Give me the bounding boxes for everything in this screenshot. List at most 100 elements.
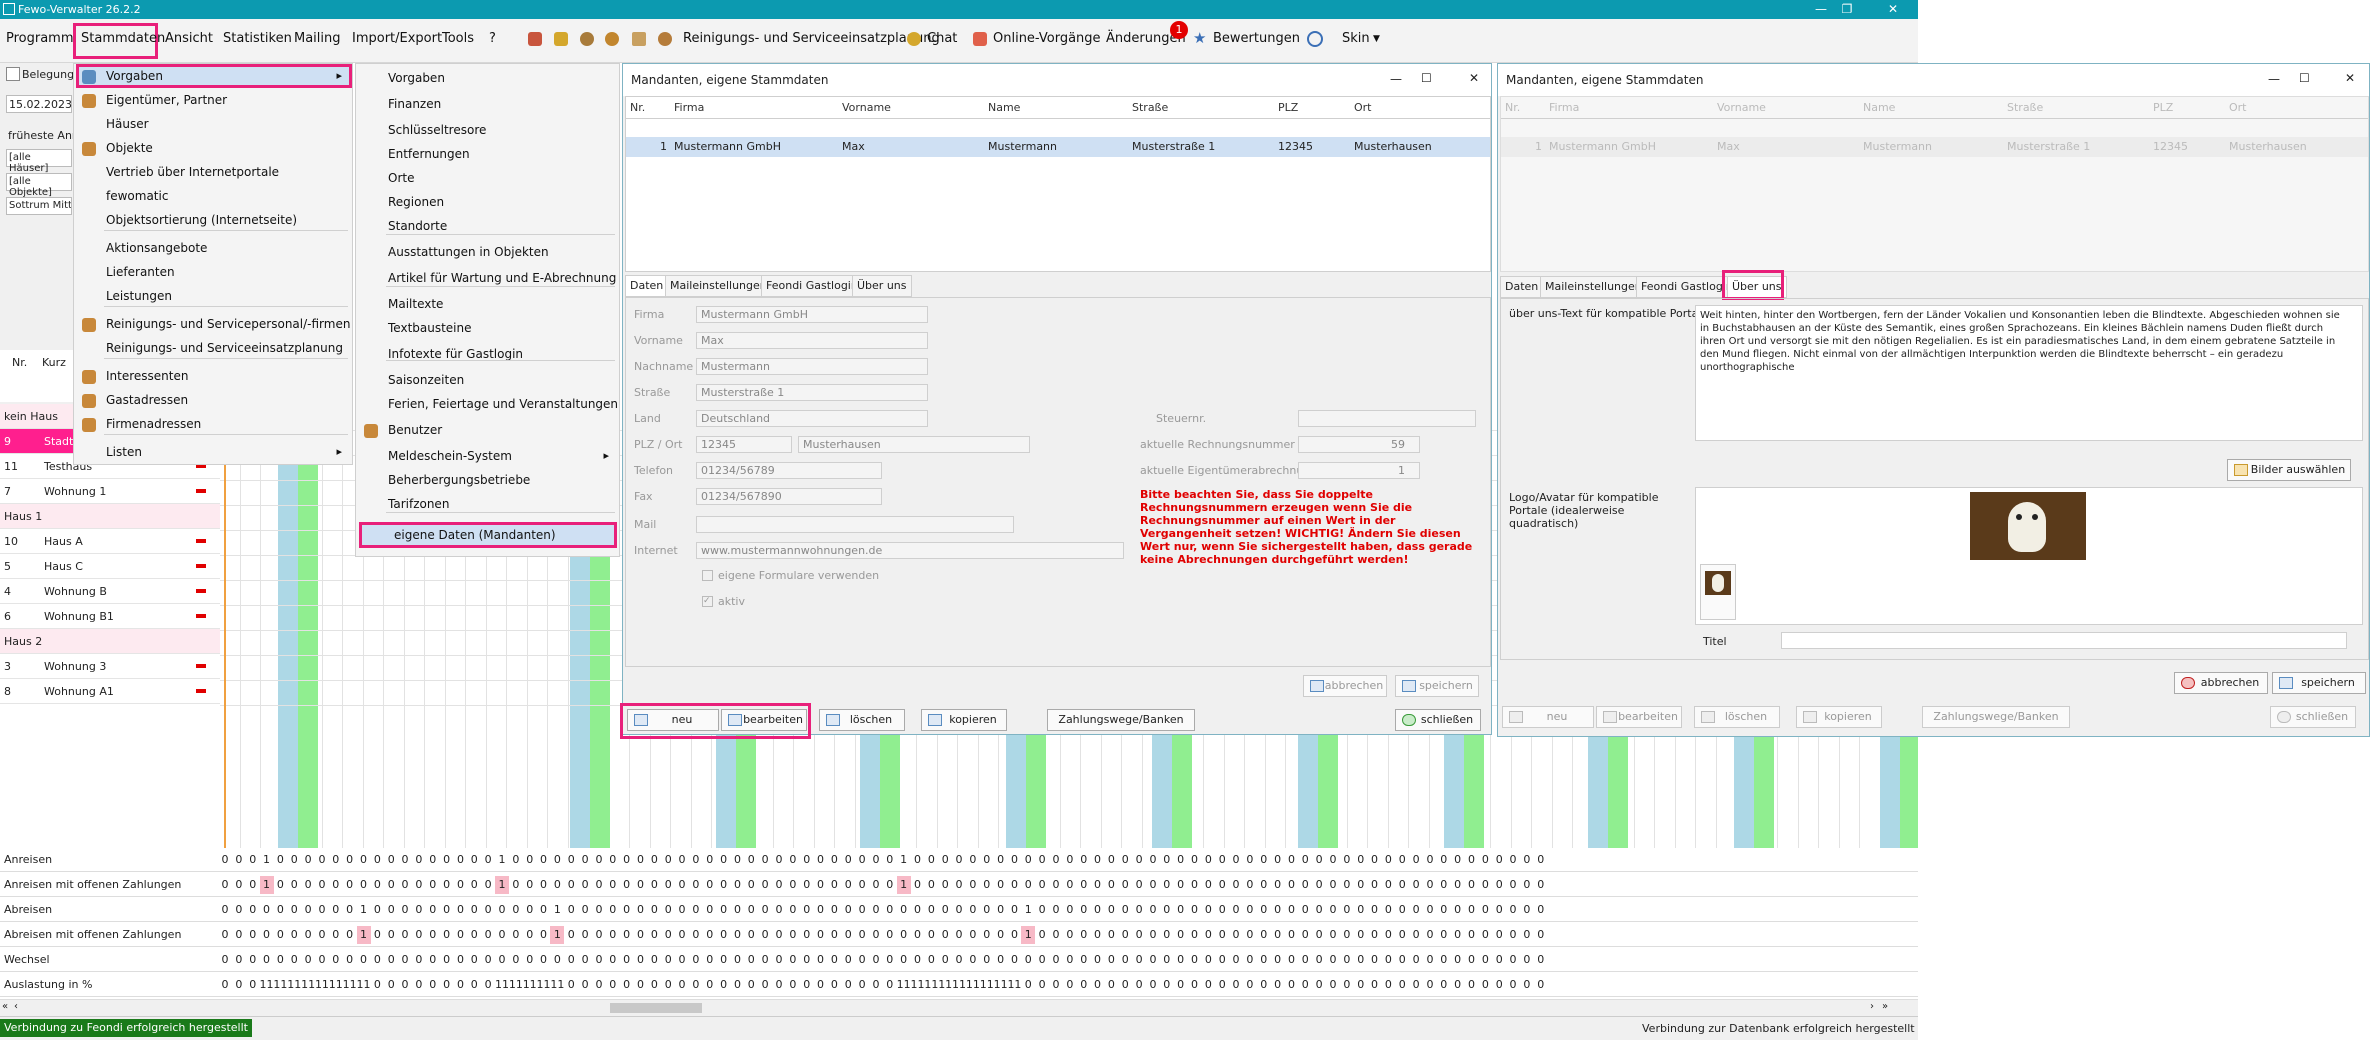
dialog2-minimize[interactable]: — xyxy=(2268,72,2280,86)
menu-reinigung-planung[interactable]: Reinigungs- und Serviceeinsatzplanung xyxy=(683,31,940,46)
vorgaben-item-orte[interactable]: Orte xyxy=(356,168,619,190)
vorgaben-item-vorgaben[interactable]: Vorgaben xyxy=(356,68,619,90)
cleaning-icon[interactable] xyxy=(658,32,672,46)
dialog1-minimize[interactable]: — xyxy=(1390,72,1402,86)
menu-tools[interactable]: Tools xyxy=(442,31,474,46)
stammdaten-item-eigentümer-partner[interactable]: Eigentümer, Partner xyxy=(74,90,352,112)
objects-select[interactable]: [alle Objekte] xyxy=(6,173,72,198)
menu-import-export[interactable]: Import/Export xyxy=(352,31,442,46)
vorgaben-item-regionen[interactable]: Regionen xyxy=(356,192,619,214)
vorgaben-item-beherbergungsbetriebe[interactable]: Beherbergungsbetriebe xyxy=(356,470,619,492)
dialog2-bearbeiten-button[interactable]: bearbeiten xyxy=(1596,706,1682,728)
bilder-auswaehlen-button[interactable]: Bilder auswählen xyxy=(2227,459,2351,481)
tab2-daten[interactable]: Daten xyxy=(1500,276,1544,298)
list-item[interactable]: 4 Wohnung B xyxy=(0,579,220,604)
stammdaten-item-objektsortierung-internetseite-[interactable]: Objektsortierung (Internetseite) xyxy=(74,210,352,232)
list-item[interactable]: 8 Wohnung A1 xyxy=(0,679,220,704)
input-telefon[interactable]: 01234/56789 xyxy=(696,462,882,479)
vorgaben-item-saisonzeiten[interactable]: Saisonzeiten xyxy=(356,370,619,392)
dialog1-bearbeiten-button[interactable]: bearbeiten xyxy=(721,709,807,731)
dialog2-kopieren-button[interactable]: kopieren xyxy=(1796,706,1882,728)
input-steuernr[interactable] xyxy=(1298,410,1476,427)
stammdaten-item-listen[interactable]: Listen ▸ xyxy=(74,442,352,464)
dialog1-maximize[interactable]: ☐ xyxy=(1421,71,1432,85)
stammdaten-item-leistungen[interactable]: Leistungen xyxy=(74,286,352,308)
dialog1-loeschen-button[interactable]: löschen xyxy=(819,709,905,731)
maximize-button[interactable]: ❐ xyxy=(1824,0,1870,19)
dialog2-abbrechen-button[interactable]: abbrechen xyxy=(2174,672,2268,694)
menu-chat[interactable]: Chat xyxy=(927,31,957,46)
vorgaben-item-infotexte-für-gastlogin[interactable]: Infotexte für Gastlogin xyxy=(356,344,619,366)
stammdaten-item-lieferanten[interactable]: Lieferanten xyxy=(74,262,352,284)
stammdaten-item-interessenten[interactable]: Interessenten xyxy=(74,366,352,388)
settings-icon[interactable] xyxy=(1307,31,1323,47)
input-eigentuemerabrechnung[interactable]: 1 xyxy=(1298,462,1420,479)
horizontal-scrollbar[interactable]: « ‹ › » xyxy=(0,999,1918,1016)
vorgaben-item-entfernungen[interactable]: Entfernungen xyxy=(356,144,619,166)
menu-bewertungen[interactable]: Bewertungen xyxy=(1213,31,1300,46)
vorgaben-item-mailtexte[interactable]: Mailtexte xyxy=(356,294,619,316)
logo-thumbnail[interactable] xyxy=(1700,564,1736,620)
menu-online-vorgaenge[interactable]: Online-Vorgänge xyxy=(993,31,1101,46)
vorgaben-item-finanzen[interactable]: Finanzen xyxy=(356,94,619,116)
close-button[interactable]: ✕ xyxy=(1870,0,1916,19)
checkbox-formulare[interactable] xyxy=(702,570,713,581)
tab-daten[interactable]: Daten xyxy=(625,275,669,297)
dialog2-maximize[interactable]: ☐ xyxy=(2299,71,2310,85)
vorgaben-item-ferien-feiertage-und-veranstaltungen[interactable]: Ferien, Feiertage und Veranstaltungen xyxy=(356,394,619,416)
input-mail[interactable] xyxy=(696,516,1014,533)
home-icon[interactable] xyxy=(554,32,568,46)
dialog1-zahlungswege-button[interactable]: Zahlungswege/Banken xyxy=(1047,709,1195,731)
scroll-first-icon[interactable]: « xyxy=(2,1001,8,1012)
dialog2-loeschen-button[interactable]: löschen xyxy=(1694,706,1780,728)
vorgaben-item-ausstattungen-in-objekten[interactable]: Ausstattungen in Objekten xyxy=(356,242,619,264)
list-item[interactable]: 6 Wohnung B1 xyxy=(0,604,220,629)
table-row[interactable]: 1 Mustermann GmbH Max Mustermann Musters… xyxy=(626,137,1490,157)
list-item[interactable]: 3 Wohnung 3 xyxy=(0,654,220,679)
person-icon[interactable] xyxy=(580,32,594,46)
dialog1-speichern-button[interactable]: speichern xyxy=(1395,675,1479,697)
vorgaben-item-meldeschein-system[interactable]: Meldeschein-System ▸ xyxy=(356,446,619,468)
input-ort[interactable]: Musterhausen xyxy=(798,436,1030,453)
stammdaten-item-vorgaben[interactable]: Vorgaben ▸ xyxy=(74,66,352,88)
vorgaben-item-schlüsseltresore[interactable]: Schlüsseltresore xyxy=(356,120,619,142)
input-titel[interactable] xyxy=(1781,632,2347,649)
list-item[interactable]: 7 Wohnung 1 xyxy=(0,479,220,504)
menu-ansicht[interactable]: Ansicht xyxy=(165,31,213,46)
dialog1-kopieren-button[interactable]: kopieren xyxy=(921,709,1007,731)
ueber-textarea[interactable]: Weit hinten, hinter den Wortbergen, fern… xyxy=(1695,305,2363,441)
tab-ueber-uns[interactable]: Über uns xyxy=(852,275,912,297)
vorgaben-item-textbausteine[interactable]: Textbausteine xyxy=(356,318,619,340)
dialog1-close[interactable]: ✕ xyxy=(1469,71,1479,85)
checkbox-aktiv[interactable]: ✓ xyxy=(702,596,713,607)
input-plz[interactable]: 12345 xyxy=(696,436,792,453)
input-internet[interactable]: www.mustermannwohnungen.de xyxy=(696,542,1124,559)
stammdaten-item-vertrieb-über-internetportale[interactable]: Vertrieb über Internetportale xyxy=(74,162,352,184)
stammdaten-item-objekte[interactable]: Objekte xyxy=(74,138,352,160)
select-land[interactable]: Deutschland xyxy=(696,410,928,427)
stammdaten-item-reinigungs-und-serviceeinsatzplanung[interactable]: Reinigungs- und Serviceeinsatzplanung xyxy=(74,338,352,360)
tab2-maileinstellungen[interactable]: Maileinstellungen xyxy=(1540,276,1647,298)
menu-stammdaten[interactable]: Stammdaten xyxy=(81,31,165,46)
sort-select[interactable]: Sottrum Mitte xyxy=(6,197,72,215)
star-icon[interactable]: ★ xyxy=(1193,31,1208,46)
stammdaten-item-aktionsangebote[interactable]: Aktionsangebote xyxy=(74,238,352,260)
calendar-icon[interactable] xyxy=(632,32,646,46)
tab-maileinstellungen[interactable]: Maileinstellungen xyxy=(665,275,772,297)
list-item[interactable]: Haus 2 xyxy=(0,629,220,654)
menu-mailing[interactable]: Mailing xyxy=(294,31,341,46)
input-strasse[interactable]: Musterstraße 1 xyxy=(696,384,928,401)
chat-icon[interactable] xyxy=(907,32,921,46)
stammdaten-item-firmenadressen[interactable]: Firmenadressen xyxy=(74,414,352,436)
table-row[interactable]: 1 Mustermann GmbH Max Mustermann Musters… xyxy=(1501,137,2368,157)
dialog2-zahlungswege-button[interactable]: Zahlungswege/Banken xyxy=(1922,706,2070,728)
dialog1-schliessen-button[interactable]: schließen xyxy=(1395,709,1481,731)
dialog2-speichern-button[interactable]: speichern xyxy=(2272,672,2366,694)
input-firma[interactable]: Mustermann GmbH xyxy=(696,306,928,323)
vorgaben-item-benutzer[interactable]: Benutzer xyxy=(356,420,619,442)
tab-feondi-gastlogin[interactable]: Feondi Gastlogin xyxy=(761,275,863,297)
stammdaten-item-reinigungs-und-servicepersonal-firmen[interactable]: Reinigungs- und Servicepersonal/-firmen xyxy=(74,314,352,336)
input-fax[interactable]: 01234/567890 xyxy=(696,488,882,505)
list-item[interactable]: Haus 1 xyxy=(0,504,220,529)
stammdaten-item-fewomatic[interactable]: fewomatic xyxy=(74,186,352,208)
